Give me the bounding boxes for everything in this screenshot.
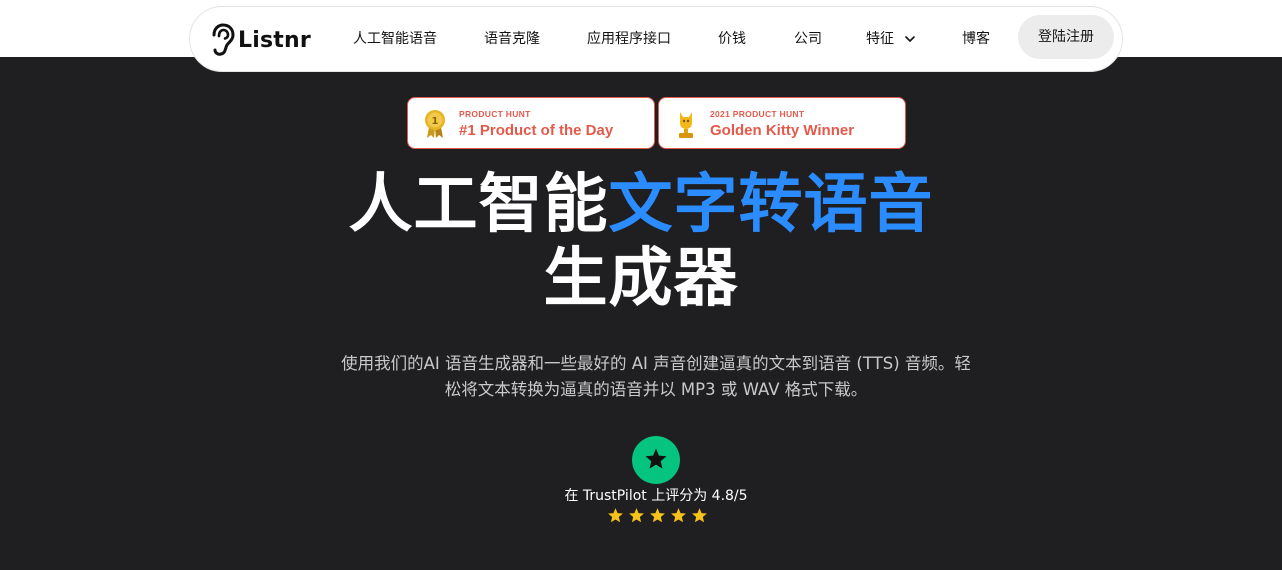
star-icon <box>671 508 686 523</box>
nav-item-voice-cloning[interactable]: 语音克隆 <box>484 29 540 49</box>
ear-logo-icon <box>212 23 235 56</box>
svg-text:1: 1 <box>432 116 439 127</box>
star-icon <box>692 508 707 523</box>
badge-label-main: #1 Product of the Day <box>459 122 614 139</box>
star-icon <box>645 448 667 469</box>
nav-item-ai-voices[interactable]: 人工智能语音 <box>353 29 437 49</box>
nav-item-pricing[interactable]: 价钱 <box>718 29 746 49</box>
trophy-icon <box>679 112 693 138</box>
nav-item-features[interactable]: 特征 <box>866 29 894 49</box>
nav-item-blog[interactable]: 博客 <box>962 29 990 49</box>
badge-label-main: Golden Kitty Winner <box>710 122 855 139</box>
hero-subtext: 使用我们的AI 语音生成器和一些最好的 AI 声音创建逼真的文本到语音 (TTS… <box>341 354 971 399</box>
nav-item-api[interactable]: 应用程序接口 <box>587 29 671 49</box>
logo[interactable]: Listnr <box>208 23 311 57</box>
nav-item-company[interactable]: 公司 <box>794 29 822 49</box>
trustpilot-rating-text: 在 TrustPilot 上评分为 4.8/5 <box>564 488 748 504</box>
star-icon <box>608 508 623 523</box>
star-icon <box>629 508 644 523</box>
trustpilot-badge[interactable] <box>632 436 680 484</box>
chevron-down-icon[interactable] <box>905 34 915 44</box>
headline-white: 人工智能 <box>348 168 609 242</box>
badge-product-of-day[interactable]: 1 PRODUCT HUNT #1 Product of the Day <box>407 97 655 149</box>
headline-accent: 文字转语音 <box>608 168 934 242</box>
star-icon <box>650 508 665 523</box>
badge-label-small: PRODUCT HUNT <box>459 109 531 119</box>
badge-label-small: 2021 PRODUCT HUNT <box>710 109 805 119</box>
medal-icon: 1 <box>425 110 445 138</box>
hero-headline: 人工智能文字转语音 生成器 <box>0 168 1282 316</box>
rating-stars <box>607 507 708 524</box>
headline-line2: 生成器 <box>543 242 739 316</box>
logo-text: Listnr <box>238 27 311 53</box>
navbar: Listnr 人工智能语音 语音克隆 应用程序接口 价钱 公司 特征 博客 登陆… <box>189 6 1123 72</box>
badge-golden-kitty[interactable]: 2021 PRODUCT HUNT Golden Kitty Winner <box>658 97 906 149</box>
login-signup-button[interactable]: 登陆注册 <box>1018 15 1114 59</box>
